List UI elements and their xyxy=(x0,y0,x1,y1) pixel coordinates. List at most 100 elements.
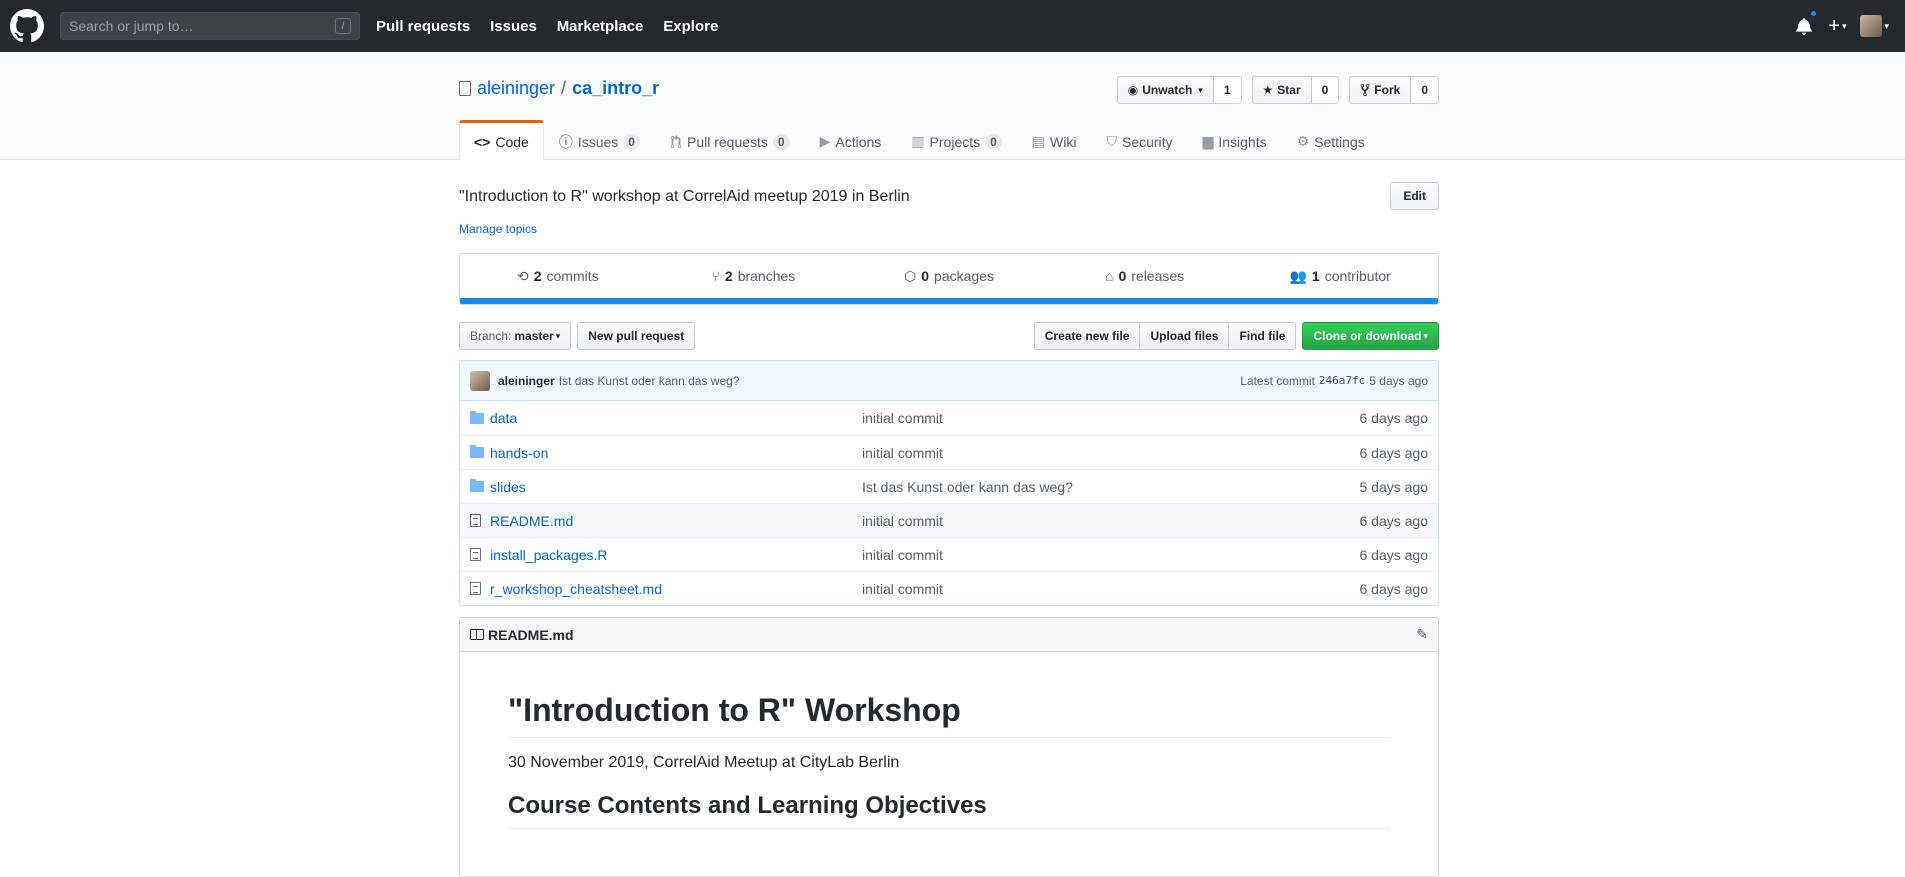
file-icon xyxy=(470,548,486,561)
fork-count[interactable]: 0 xyxy=(1411,76,1439,104)
tab-label: Settings xyxy=(1314,133,1365,150)
readme-header: README.md ✎ xyxy=(460,618,1438,652)
pencil-icon[interactable]: ✎ xyxy=(1416,626,1428,643)
fork-icon xyxy=(1360,83,1370,97)
tab-security[interactable]: ⛉ Security xyxy=(1091,120,1187,161)
commit-message[interactable]: Ist das Kunst oder kann das weg? xyxy=(559,374,740,388)
branch-select-button[interactable]: Branch: master ▾ xyxy=(459,322,572,350)
tab-issues[interactable]: ⓘ Issues 0 xyxy=(544,120,655,161)
commit-sha[interactable]: 246a7fc xyxy=(1319,374,1365,387)
file-age: 6 days ago xyxy=(1359,444,1429,461)
star-button[interactable]: ★ Star xyxy=(1251,76,1312,104)
star-label: Star xyxy=(1277,83,1301,97)
file-commit-message[interactable]: Ist das Kunst oder kann das weg? xyxy=(862,479,1360,495)
unread-dot xyxy=(1809,9,1819,18)
clone-label: Clone or download xyxy=(1313,329,1422,343)
contributors-link[interactable]: 👥 1 contributor xyxy=(1242,254,1438,298)
table-row: r_workshop_cheatsheet.md initial commit 6 … xyxy=(460,571,1438,605)
nav-marketplace[interactable]: Marketplace xyxy=(557,18,644,35)
tab-code[interactable]: <> Code xyxy=(459,120,544,161)
book-icon: ▤ xyxy=(1031,133,1046,149)
file-name-link[interactable]: README.md xyxy=(490,513,862,529)
branches-count: 2 xyxy=(724,268,733,284)
tab-wiki[interactable]: ▤ Wiki xyxy=(1017,120,1092,161)
language-bar[interactable] xyxy=(460,298,1438,304)
header-actions: + ▾ ▾ xyxy=(1796,0,1889,52)
shield-icon: ⛉ xyxy=(1106,133,1117,149)
folder-icon xyxy=(470,410,486,424)
commit-author[interactable]: aleininger xyxy=(498,374,555,388)
watch-count[interactable]: 1 xyxy=(1213,76,1242,104)
search-shortcut-key: / xyxy=(335,18,351,34)
branches-link[interactable]: ⑂ 2 branches xyxy=(656,254,852,298)
find-file-button[interactable]: Find file xyxy=(1228,322,1297,350)
chevron-down-icon: ▾ xyxy=(1423,330,1428,341)
file-name-link[interactable]: r_workshop_cheatsheet.md xyxy=(490,581,862,597)
file-name-link[interactable]: slides xyxy=(490,479,862,495)
table-row: hands-on initial commit 6 days ago xyxy=(460,435,1438,469)
search-input[interactable]: Search or jump to… / xyxy=(60,12,360,40)
readme-filename: README.md xyxy=(488,626,574,643)
file-icon xyxy=(470,514,486,527)
file-commit-message[interactable]: initial commit xyxy=(862,445,1360,461)
fork-label: Fork xyxy=(1374,83,1401,97)
git-branch-icon: ⑂ xyxy=(711,268,720,284)
code-icon: <> xyxy=(474,133,491,150)
file-commit-message[interactable]: initial commit xyxy=(862,410,1360,426)
file-commit-message[interactable]: initial commit xyxy=(862,513,1360,529)
tab-insights[interactable]: ▆ Insights xyxy=(1188,120,1282,161)
packages-count: 0 xyxy=(921,268,930,284)
new-pull-request-button[interactable]: New pull request xyxy=(577,322,696,350)
file-commit-message[interactable]: initial commit xyxy=(862,547,1360,563)
nav-pull-requests[interactable]: Pull requests xyxy=(376,18,470,35)
chevron-down-icon: ▾ xyxy=(555,330,561,341)
tab-projects[interactable]: ▥ Projects 0 xyxy=(896,120,1017,161)
file-name-link[interactable]: data xyxy=(490,410,862,426)
tag-icon: ⌂ xyxy=(1104,268,1114,284)
releases-label: releases xyxy=(1131,268,1185,284)
folder-icon xyxy=(470,445,486,458)
star-count[interactable]: 0 xyxy=(1311,76,1340,104)
fork-group: Fork 0 xyxy=(1349,76,1439,104)
manage-topics-link[interactable]: Manage topics xyxy=(459,222,537,236)
tab-label: Code xyxy=(495,133,529,150)
upload-files-button[interactable]: Upload files xyxy=(1139,322,1230,350)
repo-description-area: "Introduction to R" workshop at CorrelAi… xyxy=(459,182,1439,210)
github-logo-icon[interactable] xyxy=(10,9,44,43)
commits-count: 2 xyxy=(533,268,542,284)
create-new-file-button[interactable]: Create new file xyxy=(1033,322,1141,350)
commit-tease: aleininger Ist das Kunst oder kann das w… xyxy=(460,361,1438,401)
tab-actions[interactable]: ▶ Actions xyxy=(805,120,897,161)
readme-subtitle: 30 November 2019, CorrelAid Meetup at Ci… xyxy=(508,754,900,771)
clone-or-download-button[interactable]: Clone or download ▾ xyxy=(1302,322,1439,350)
eye-icon: ◉ xyxy=(1127,83,1139,97)
packages-label: packages xyxy=(934,268,994,284)
tab-settings[interactable]: ⚙ Settings xyxy=(1282,120,1380,161)
notifications-bell-icon[interactable] xyxy=(1796,9,1819,35)
releases-link[interactable]: ⌂ 0 releases xyxy=(1047,254,1243,298)
repo-actions: ◉ Unwatch ▾ 1 ★ Star 0 Fork 0 xyxy=(1116,76,1439,104)
watch-group: ◉ Unwatch ▾ 1 xyxy=(1116,76,1242,104)
file-name-link[interactable]: hands-on xyxy=(490,445,862,461)
tab-label: Issues xyxy=(577,133,619,150)
create-new-menu[interactable]: + ▾ xyxy=(1828,15,1846,38)
fork-button[interactable]: Fork xyxy=(1349,76,1412,104)
avatar[interactable] xyxy=(470,370,490,391)
commits-link[interactable]: ⟲ 2 commits xyxy=(460,254,656,298)
people-icon: 👥 xyxy=(1289,267,1307,284)
file-name-link[interactable]: install_packages.R xyxy=(490,547,862,563)
user-menu[interactable]: ▾ xyxy=(1860,15,1889,37)
unwatch-button[interactable]: ◉ Unwatch ▾ xyxy=(1116,76,1214,104)
nav-issues[interactable]: Issues xyxy=(490,18,537,35)
packages-link[interactable]: ⬡ 0 packages xyxy=(851,254,1047,298)
commits-label: commits xyxy=(546,268,599,284)
star-group: ★ Star 0 xyxy=(1251,76,1340,104)
branches-label: branches xyxy=(737,268,796,284)
branch-name: master xyxy=(514,329,554,343)
tab-pull-requests[interactable]: Pull requests 0 xyxy=(655,120,805,161)
edit-description-button[interactable]: Edit xyxy=(1390,182,1439,210)
nav-explore[interactable]: Explore xyxy=(663,18,718,35)
readme-section-heading: Course Contents and Learning Objectives xyxy=(508,792,1390,829)
file-commit-message[interactable]: initial commit xyxy=(862,581,1360,597)
tab-label: Wiki xyxy=(1050,133,1077,150)
